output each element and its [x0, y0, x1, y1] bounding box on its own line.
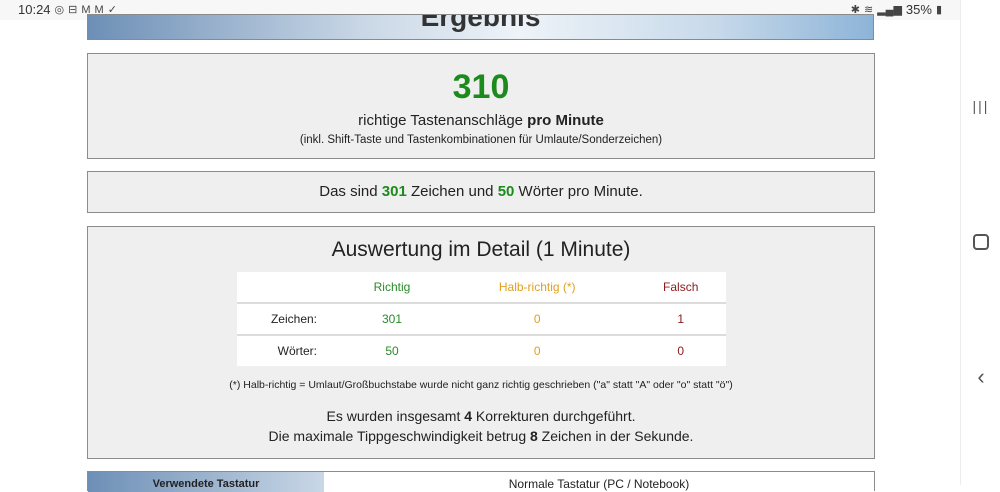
- keyboard-info-row: Verwendete Tastatur Normale Tastatur (PC…: [87, 471, 875, 492]
- cell-woerter-falsch: 0: [677, 344, 685, 358]
- keystroke-label-bold: pro Minute: [527, 112, 604, 129]
- corrections-suffix: Korrekturen durchgeführt.: [472, 408, 636, 424]
- table-header-row: Richtig Halb-richtig (*) Falsch: [237, 272, 726, 303]
- navigation-bar: ||| ‹: [960, 0, 1000, 485]
- summary-middle: Zeichen und: [406, 183, 498, 200]
- battery-icon: ▮: [935, 4, 942, 16]
- back-icon[interactable]: ‹: [971, 364, 991, 389]
- row-label-zeichen: Zeichen:: [270, 312, 317, 326]
- detail-box: Auswertung im Detail (1 Minute) Richtig …: [87, 226, 875, 459]
- detail-table: Richtig Halb-richtig (*) Falsch Zeichen:…: [237, 272, 726, 366]
- cell-zeichen-falsch: 1: [677, 312, 685, 326]
- cell-woerter-richtig: 50: [385, 344, 399, 358]
- speed-suffix: Zeichen in der Sekunde.: [537, 428, 694, 444]
- home-icon[interactable]: [971, 232, 991, 252]
- result-header: Ergebnis: [87, 14, 874, 40]
- words-count: 50: [497, 183, 515, 200]
- row-label-woerter: Wörter:: [277, 344, 317, 358]
- summary-box: Das sind 301 Zeichen und 50 Wörter pro M…: [87, 171, 875, 213]
- link-icon: ⊟: [68, 4, 78, 16]
- speed-prefix: Die maximale Tippgeschwindigkeit betrug: [268, 428, 530, 444]
- signal-icon: ▂▄▆: [877, 4, 902, 16]
- footnote: (*) Halb-richtig = Umlaut/Großbuchstabe …: [229, 379, 733, 391]
- page-title: Ergebnis: [420, 14, 541, 32]
- cell-zeichen-richtig: 301: [381, 312, 402, 326]
- summary-suffix: Wörter pro Minute.: [514, 183, 643, 200]
- chars-count: 301: [381, 183, 407, 200]
- battery-level: 35%: [905, 2, 932, 17]
- table-header-empty: [237, 272, 345, 303]
- corrections-prefix: Es wurden insgesamt: [326, 408, 465, 424]
- cell-zeichen-halb: 0: [533, 312, 541, 326]
- column-halb-richtig: Halb-richtig (*): [498, 280, 576, 294]
- speed-value: 8: [530, 428, 538, 444]
- keystroke-note: (inkl. Shift-Taste und Tastenkombination…: [299, 134, 663, 146]
- speed-line: Die maximale Tippgeschwindigkeit betrug …: [88, 428, 874, 444]
- keystroke-label-text: richtige Tastenanschläge: [358, 112, 528, 129]
- keyboard-label: Verwendete Tastatur: [88, 472, 324, 492]
- whatsapp-icon: ◎: [54, 4, 65, 16]
- clock: 10:24: [18, 2, 51, 17]
- detail-title: Auswertung im Detail (1 Minute): [331, 238, 631, 261]
- table-row: Wörter: 50 0 0: [237, 335, 726, 366]
- summary-prefix: Das sind: [319, 183, 382, 200]
- column-richtig: Richtig: [373, 280, 411, 294]
- result-box: 310 richtige Tastenanschläge pro Minute …: [87, 53, 875, 159]
- corrections-count: 4: [464, 408, 473, 424]
- keystroke-label: richtige Tastenanschläge pro Minute: [88, 112, 874, 129]
- keyboard-value: Normale Tastatur (PC / Notebook): [324, 472, 874, 492]
- corrections-line: Es wurden insgesamt 4 Korrekturen durchg…: [88, 408, 874, 424]
- keystroke-count: 310: [452, 68, 510, 106]
- table-row: Zeichen: 301 0 1: [237, 303, 726, 335]
- column-falsch: Falsch: [663, 280, 699, 294]
- cell-woerter-halb: 0: [533, 344, 541, 358]
- recents-icon[interactable]: |||: [971, 96, 991, 116]
